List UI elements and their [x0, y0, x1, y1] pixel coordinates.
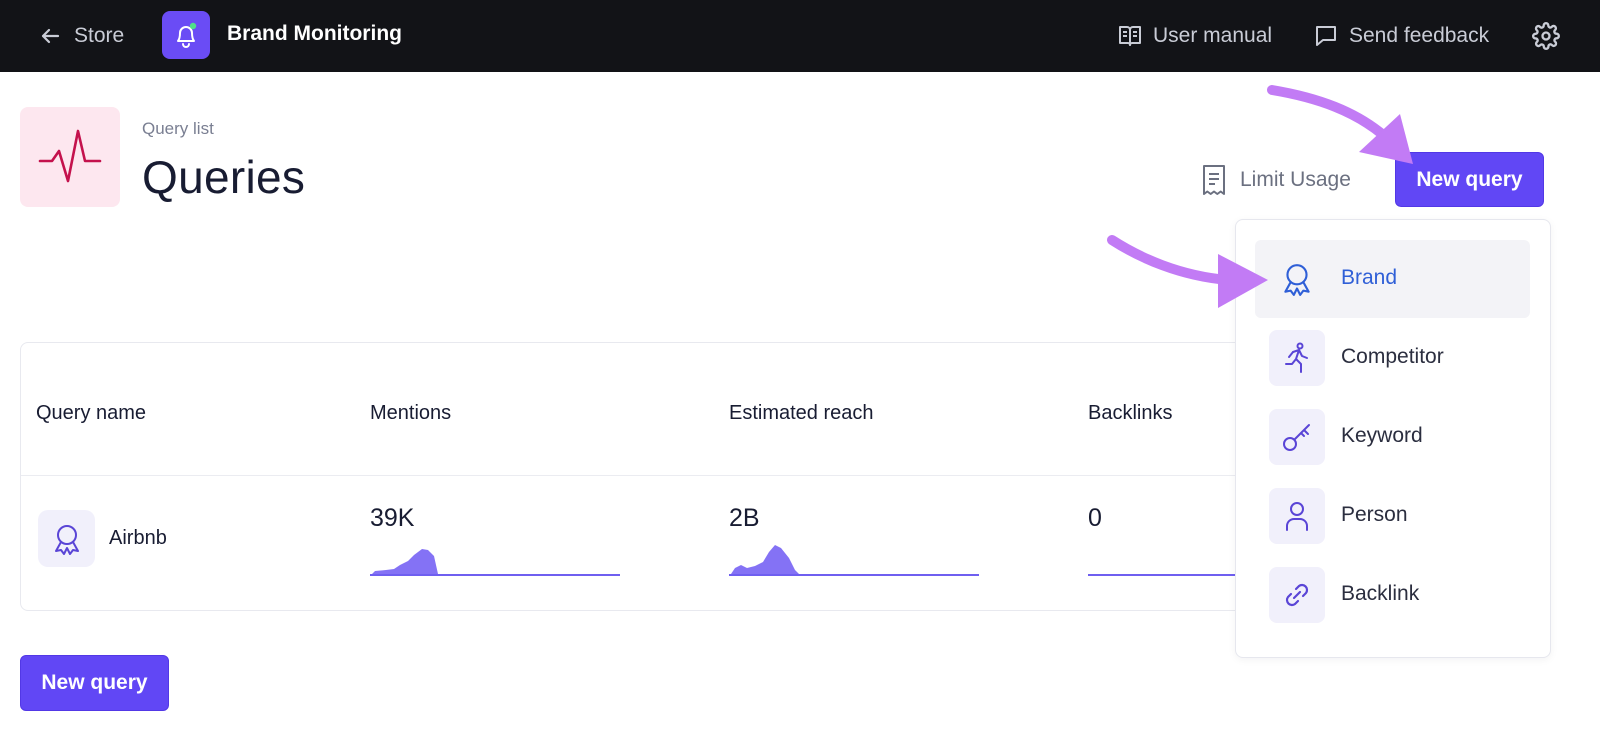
dropdown-item-competitor[interactable]: Competitor [1255, 319, 1530, 397]
new-query-button-bottom[interactable]: New query [20, 655, 169, 711]
link-icon [1285, 583, 1309, 607]
limit-usage-button[interactable]: Limit Usage [1200, 162, 1351, 198]
backlinks-sparkline [1088, 574, 1238, 576]
dropdown-item-icon [1269, 330, 1325, 386]
arrow-left-icon [41, 28, 60, 44]
person-icon [1286, 502, 1308, 531]
book-icon [1119, 26, 1141, 46]
dropdown-item-person[interactable]: Person [1255, 477, 1530, 555]
dropdown-item-label: Person [1341, 503, 1408, 526]
dropdown-item-brand[interactable]: Brand [1255, 240, 1530, 318]
send-feedback-label: Send feedback [1349, 24, 1490, 47]
limit-usage-label: Limit Usage [1240, 168, 1351, 191]
user-manual-label: User manual [1153, 24, 1273, 47]
column-header-backlinks[interactable]: Backlinks [1088, 402, 1172, 425]
app-logo [162, 11, 210, 59]
award-ribbon-icon [1284, 264, 1310, 296]
column-header-mentions[interactable]: Mentions [370, 402, 451, 425]
back-label: Store [74, 24, 125, 47]
bell-icon [177, 22, 197, 48]
pulse-icon [38, 129, 102, 183]
user-manual-link[interactable]: User manual [1117, 20, 1272, 52]
estimated-reach-value: 2B [729, 504, 760, 532]
queries-table [20, 342, 1270, 611]
running-person-icon [1285, 342, 1308, 373]
dropdown-item-icon [1269, 251, 1325, 307]
estimated-reach-sparkline [729, 545, 979, 576]
backlinks-value: 0 [1088, 504, 1102, 532]
award-ribbon-icon [54, 524, 79, 555]
key-icon [1283, 424, 1310, 451]
dropdown-item-label: Keyword [1341, 424, 1423, 447]
dropdown-item-label: Competitor [1341, 345, 1444, 368]
dropdown-item-keyword[interactable]: Keyword [1255, 398, 1530, 476]
dropdown-item-backlink[interactable]: Backlink [1255, 556, 1530, 634]
dropdown-item-label: Backlink [1341, 582, 1420, 605]
mentions-sparkline [370, 549, 620, 576]
new-query-button[interactable]: New query [1395, 152, 1544, 207]
column-header-estimated-reach[interactable]: Estimated reach [729, 402, 874, 425]
dropdown-item-label: Brand [1341, 266, 1398, 289]
column-header-query-name[interactable]: Query name [36, 402, 146, 425]
query-type-icon [38, 510, 95, 567]
queries-page-icon [20, 107, 120, 207]
dropdown-item-icon [1269, 567, 1325, 623]
app-title: Brand Monitoring [227, 22, 402, 45]
mentions-value: 39K [370, 504, 415, 532]
back-to-store-link[interactable]: Store [38, 20, 124, 52]
dropdown-item-icon [1269, 409, 1325, 465]
send-feedback-link[interactable]: Send feedback [1313, 20, 1489, 52]
query-name-link[interactable]: Airbnb [109, 527, 167, 550]
row-divider [21, 475, 1269, 476]
top-bar: Store Brand Monitoring User manual Send … [0, 0, 1600, 72]
dropdown-item-icon [1269, 488, 1325, 544]
breadcrumb[interactable]: Query list [142, 119, 214, 139]
receipt-icon [1203, 165, 1225, 195]
page-title: Queries [142, 151, 306, 203]
gear-icon[interactable] [1532, 22, 1560, 50]
chat-bubble-icon [1316, 26, 1336, 46]
